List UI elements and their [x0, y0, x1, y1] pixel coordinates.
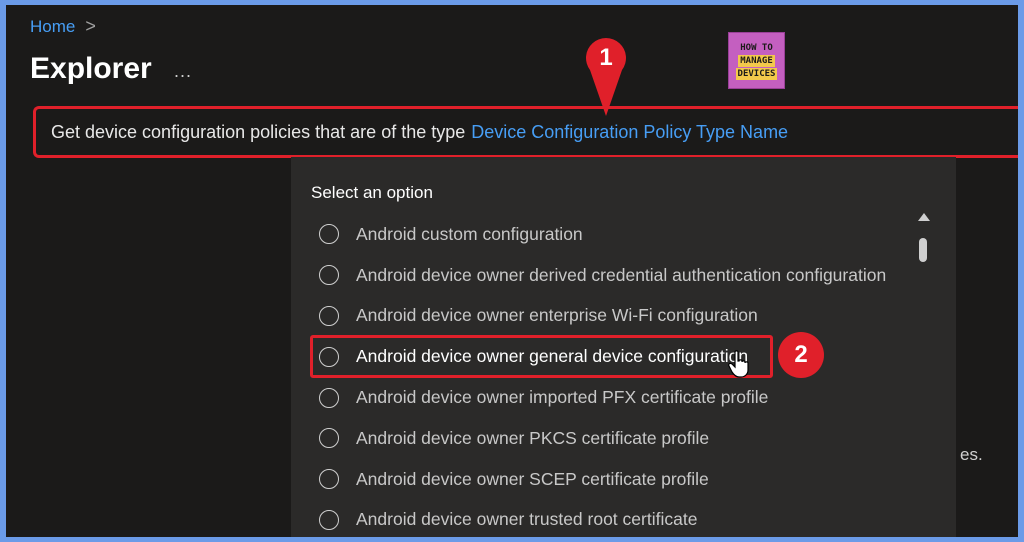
- option-label: Android device owner PKCS certificate pr…: [356, 427, 710, 448]
- option-android-pkcs[interactable]: Android device owner PKCS certificate pr…: [319, 418, 886, 459]
- annotation-step-1: 1: [599, 44, 613, 71]
- more-options-button[interactable]: ...: [174, 61, 192, 82]
- radio-icon[interactable]: [319, 469, 339, 490]
- option-label: Android device owner derived credential …: [356, 264, 887, 285]
- radio-icon[interactable]: [319, 224, 339, 245]
- option-android-imported-pfx[interactable]: Android device owner imported PFX certif…: [319, 377, 886, 418]
- brand-logo: HOW TO MANAGE DEVICES: [728, 32, 785, 89]
- query-prefix-text: Get device configuration policies that a…: [51, 121, 466, 142]
- radio-icon[interactable]: [319, 305, 339, 326]
- scroll-up-arrow-icon[interactable]: [918, 213, 930, 221]
- option-android-custom[interactable]: Android custom configuration: [319, 214, 886, 255]
- radio-icon[interactable]: [319, 509, 339, 530]
- policy-type-dropdown: Select an option Android custom configur…: [291, 157, 956, 537]
- logo-line-1: HOW TO: [740, 42, 773, 53]
- logo-line-3: DEVICES: [735, 67, 778, 80]
- option-android-scep[interactable]: Android device owner SCEP certificate pr…: [319, 459, 886, 500]
- dropdown-label: Select an option: [311, 183, 433, 202]
- option-android-trusted-root[interactable]: Android device owner trusted root certif…: [319, 500, 886, 537]
- option-android-enterprise-wifi[interactable]: Android device owner enterprise Wi-Fi co…: [319, 296, 886, 337]
- app-frame: Home > Explorer ... HOW TO MANAGE DEVICE…: [6, 5, 1018, 537]
- query-builder-bar[interactable]: Get device configuration policies that a…: [33, 106, 1018, 158]
- dropdown-scrollbar[interactable]: [915, 209, 931, 537]
- radio-icon[interactable]: [319, 428, 339, 449]
- logo-line-2: MANAGE: [738, 54, 775, 67]
- radio-icon[interactable]: [319, 265, 339, 286]
- policy-type-link[interactable]: Device Configuration Policy Type Name: [471, 122, 788, 143]
- annotation-highlight-box: [310, 335, 773, 378]
- annotation-step-2: 2: [778, 332, 824, 378]
- radio-icon[interactable]: [319, 387, 339, 408]
- background-text-fragment: es.: [960, 445, 983, 464]
- option-label: Android device owner imported PFX certif…: [356, 387, 769, 408]
- option-android-derived-credential[interactable]: Android device owner derived credential …: [319, 255, 886, 296]
- page-title: Explorer: [30, 52, 152, 85]
- option-label: Android custom configuration: [356, 223, 583, 244]
- option-label: Android device owner trusted root certif…: [356, 509, 698, 530]
- breadcrumb-home-link[interactable]: Home: [30, 17, 75, 37]
- scroll-thumb[interactable]: [919, 238, 927, 262]
- option-label: Android device owner SCEP certificate pr…: [356, 468, 709, 489]
- chevron-right-icon: >: [85, 16, 96, 36]
- option-label: Android device owner enterprise Wi-Fi co…: [356, 305, 758, 326]
- breadcrumb: Home >: [30, 16, 96, 37]
- hand-cursor-icon: [728, 350, 749, 378]
